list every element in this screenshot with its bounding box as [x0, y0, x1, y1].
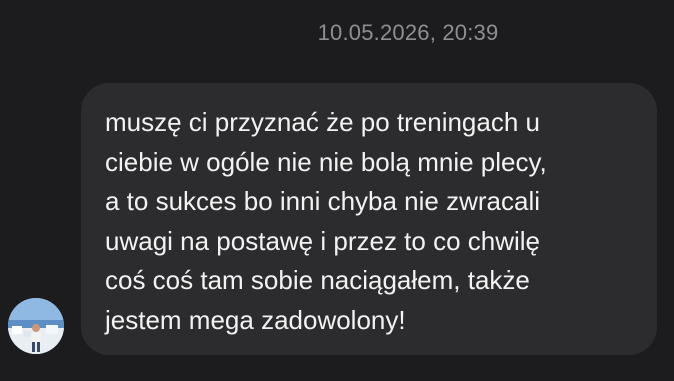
message-text: muszę ci przyznać że po treningach u cie…	[105, 107, 547, 335]
sender-avatar[interactable]	[8, 298, 64, 354]
message-timestamp: 10.05.2026, 20:39	[317, 20, 499, 45]
avatar-photo-icon	[8, 298, 64, 354]
message-bubble[interactable]: muszę ci przyznać że po treningach u cie…	[81, 83, 657, 355]
